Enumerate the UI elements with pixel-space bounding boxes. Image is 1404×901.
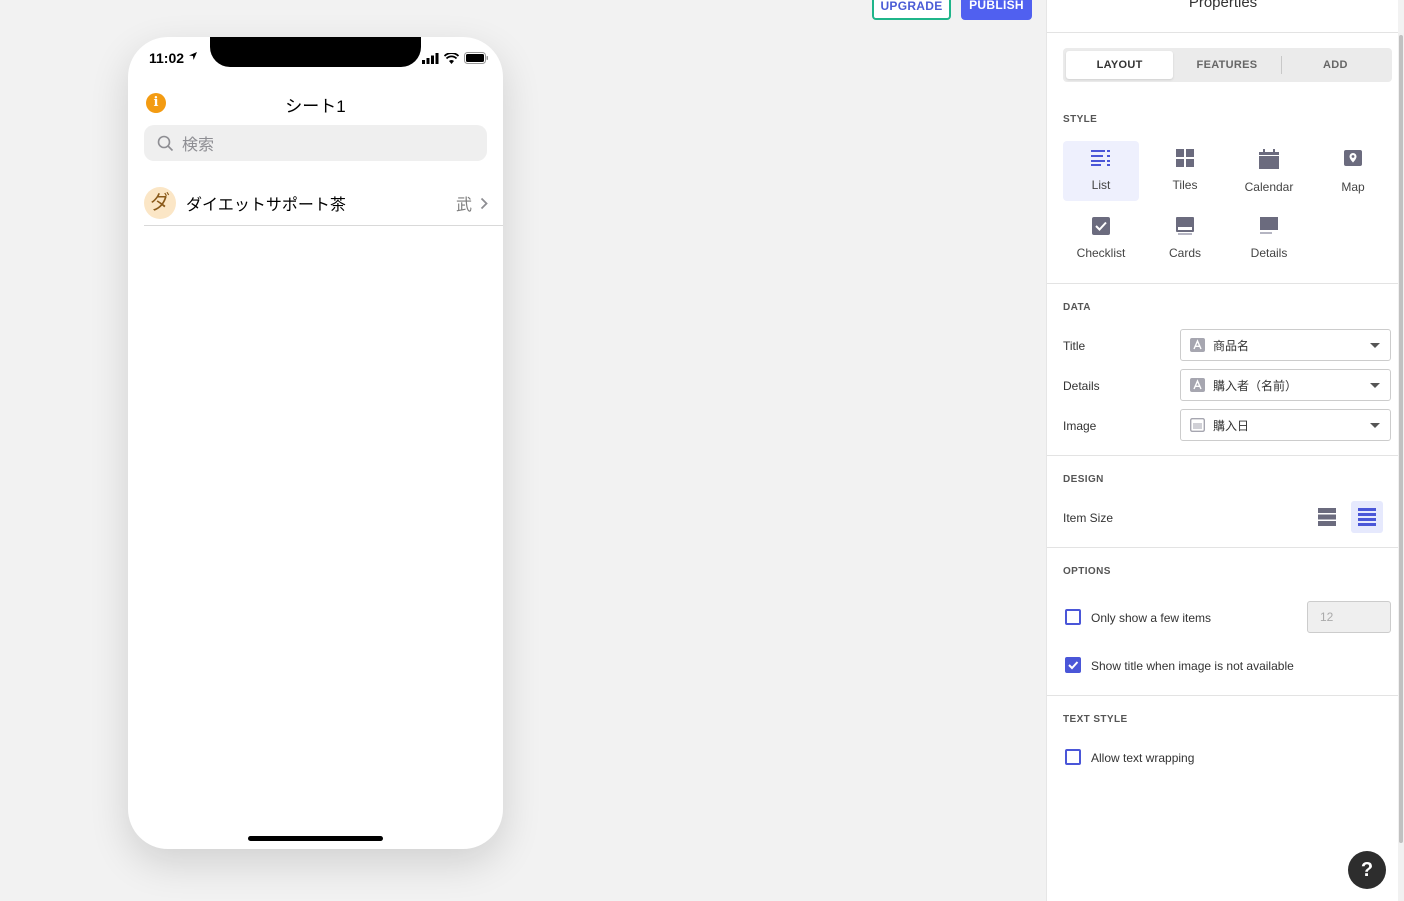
search-input[interactable]: 検索 [144, 125, 487, 161]
upgrade-button[interactable]: UPGRADE [872, 0, 951, 20]
panel-scroll-thumb[interactable] [1399, 35, 1403, 843]
style-tiles-label: Tiles [1172, 178, 1198, 192]
signal-icon [422, 52, 439, 64]
show-title-label: Show title when image is not available [1091, 659, 1294, 673]
date-type-icon [1189, 418, 1205, 432]
panel-tabs: LAYOUT FEATURES ADD [1063, 48, 1392, 82]
design-section-label: DESIGN [1063, 474, 1104, 485]
style-tiles-option[interactable]: Tiles [1147, 141, 1223, 201]
options-section-label: OPTIONS [1063, 566, 1111, 577]
tab-add[interactable]: ADD [1282, 51, 1389, 79]
phone-notch [210, 37, 421, 67]
style-cards-label: Cards [1168, 246, 1201, 260]
item-size-label: Item Size [1063, 511, 1114, 525]
style-calendar-label: Calendar [1244, 180, 1294, 194]
image-select-value: 購入日 [1213, 418, 1250, 433]
tiles-style-icon [1176, 149, 1194, 167]
allow-wrap-checkbox[interactable] [1065, 749, 1081, 765]
style-checklist-option[interactable]: Checklist [1063, 209, 1139, 269]
title-select[interactable]: 商品名 [1180, 329, 1391, 361]
phone-preview: 11:02 i シート1 検索 ダ ダイエットサポート茶 武 [128, 37, 503, 849]
caret-down-icon [1370, 343, 1380, 348]
publish-button[interactable]: PUBLISH [961, 0, 1032, 20]
style-list-label: List [1091, 178, 1111, 192]
calendar-style-icon [1259, 149, 1279, 169]
data-section-label: DATA [1063, 302, 1091, 313]
style-cards-option[interactable]: Cards [1147, 209, 1223, 269]
item-size-compact-button[interactable] [1351, 501, 1383, 533]
text-type-icon [1189, 378, 1205, 392]
help-button[interactable]: ? [1348, 851, 1386, 889]
tab-features[interactable]: FEATURES [1173, 51, 1280, 79]
details-select-value: 購入者（名前） [1213, 378, 1298, 393]
compact-rows-icon [1358, 508, 1376, 526]
cards-style-icon [1176, 217, 1194, 235]
style-map-option[interactable]: Map [1315, 141, 1391, 201]
title-select-value: 商品名 [1213, 338, 1250, 353]
style-list-option[interactable]: List [1063, 141, 1139, 201]
map-style-icon [1344, 150, 1362, 166]
status-time: 11:02 [149, 50, 185, 66]
few-items-count-input[interactable]: 12 [1307, 601, 1391, 633]
details-field-label: Details [1063, 379, 1100, 393]
panel-title: Properties [1188, 0, 1258, 11]
search-icon [157, 135, 174, 151]
caret-down-icon [1370, 423, 1380, 428]
battery-icon [464, 52, 488, 64]
list-item-title: ダイエットサポート茶 [186, 197, 346, 214]
text-type-icon [1189, 338, 1205, 352]
image-field-label: Image [1063, 419, 1097, 433]
item-size-large-button[interactable] [1311, 501, 1343, 533]
only-show-few-label: Only show a few items [1091, 611, 1212, 625]
large-rows-icon [1318, 508, 1336, 526]
chevron-right-icon [480, 197, 488, 209]
checkmark-icon [1068, 661, 1079, 670]
style-details-label: Details [1250, 246, 1288, 260]
tab-layout[interactable]: LAYOUT [1066, 51, 1174, 79]
title-field-label: Title [1063, 339, 1086, 353]
style-details-option[interactable]: Details [1231, 209, 1307, 269]
style-map-label: Map [1341, 180, 1365, 194]
style-calendar-option[interactable]: Calendar [1231, 141, 1307, 201]
search-placeholder: 検索 [182, 137, 215, 154]
properties-panel: Properties LAYOUT FEATURES ADD STYLE Lis… [1046, 0, 1399, 901]
text-style-section-label: TEXT STYLE [1063, 714, 1128, 725]
location-arrow-icon [189, 52, 197, 60]
panel-header: Properties [1047, 0, 1398, 33]
divider [1047, 283, 1399, 284]
avatar: ダ [144, 187, 176, 219]
show-title-checkbox[interactable] [1065, 657, 1081, 673]
divider [1047, 547, 1399, 548]
list-item[interactable]: ダ ダイエットサポート茶 武 [144, 181, 503, 226]
only-show-few-checkbox[interactable] [1065, 609, 1081, 625]
details-select[interactable]: 購入者（名前） [1180, 369, 1391, 401]
home-indicator [248, 836, 383, 841]
list-style-icon [1091, 150, 1110, 166]
checklist-style-icon [1092, 217, 1110, 235]
divider [1047, 455, 1399, 456]
caret-down-icon [1370, 383, 1380, 388]
style-checklist-label: Checklist [1076, 246, 1126, 260]
status-icons [422, 52, 489, 64]
allow-wrap-label: Allow text wrapping [1091, 751, 1195, 765]
wifi-icon [444, 52, 459, 64]
list-item-detail: 武 [455, 197, 472, 214]
divider [1047, 695, 1399, 696]
image-select[interactable]: 購入日 [1180, 409, 1391, 441]
details-style-icon [1260, 217, 1278, 234]
screen-title: シート1 [285, 97, 346, 116]
style-section-label: STYLE [1063, 114, 1098, 125]
